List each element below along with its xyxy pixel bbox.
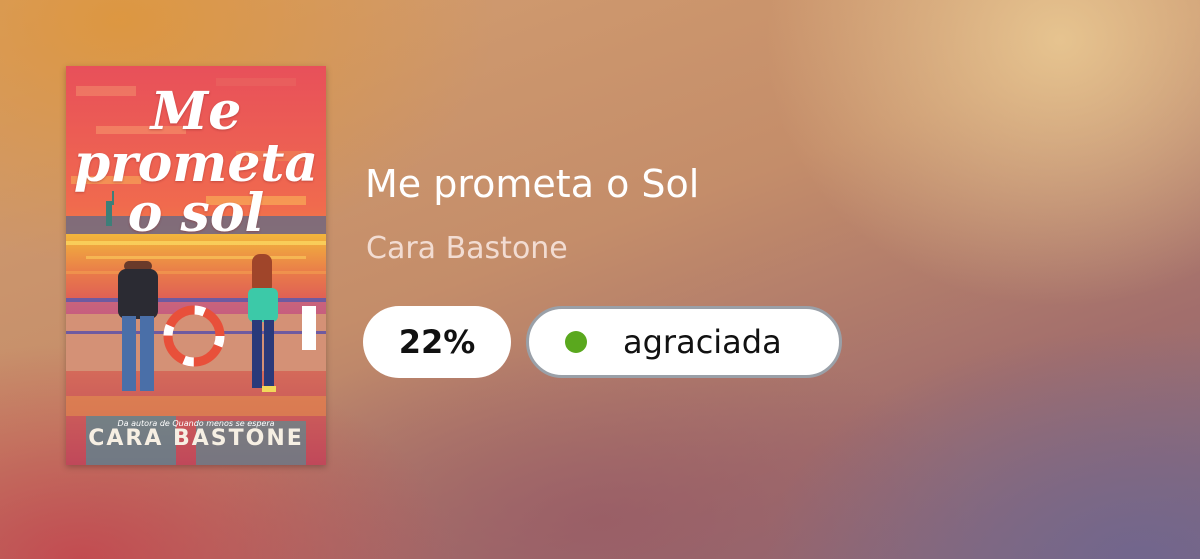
status-badge[interactable]: agraciada [526, 306, 842, 378]
book-cover[interactable]: Me prometa o sol Da autora de Quando men… [66, 66, 326, 465]
cover-author: CARA BASTONE [88, 426, 304, 451]
status-dot-icon [565, 331, 587, 353]
publisher-logo-icon [302, 306, 316, 350]
book-title: Me prometa o Sol [365, 162, 700, 206]
status-label: agraciada [623, 323, 782, 361]
progress-badge: 22% [363, 306, 511, 378]
cover-title-line-3: o sol [127, 183, 265, 244]
cover-title-line-1: Me [150, 81, 242, 142]
progress-label: 22% [398, 323, 476, 361]
book-author: Cara Bastone [366, 231, 568, 266]
